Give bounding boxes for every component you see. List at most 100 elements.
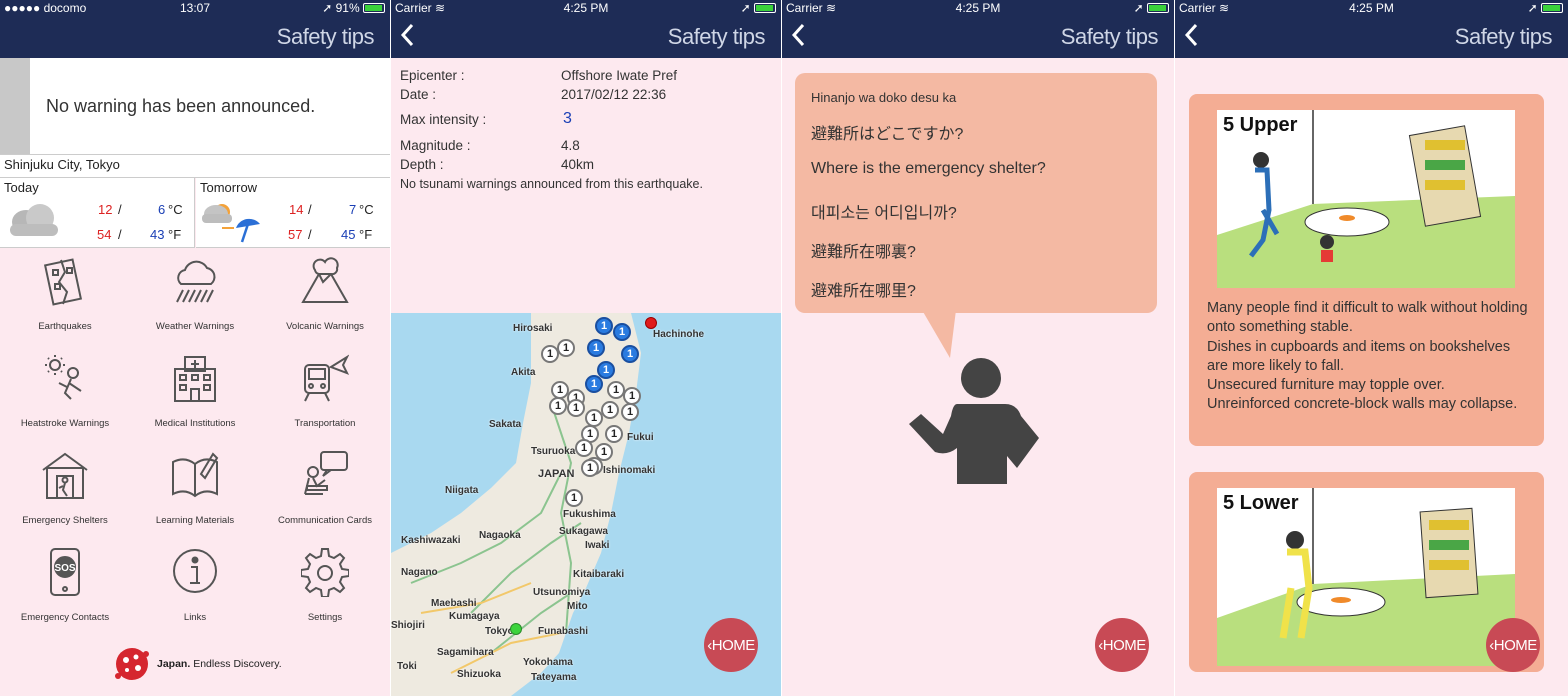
- warning-level-bar: [0, 58, 30, 154]
- warning-text: No warning has been announced.: [46, 96, 316, 116]
- intensity-guide-screen: Carrier ≋ 4:25 PM ➚ Safety tips 5 Upper …: [1175, 0, 1568, 696]
- intensity-pin[interactable]: 1: [565, 489, 583, 507]
- home-label: HOME: [711, 636, 756, 654]
- korean-line: 대피소는 어디입니까?: [811, 205, 957, 222]
- transport-icon: [304, 354, 349, 402]
- forecast-today[interactable]: Today 12 / 6 °C 54 / 43 °F: [0, 178, 195, 248]
- tomorrow-high-c: 14: [289, 202, 304, 217]
- intensity-pin[interactable]: 1: [567, 399, 585, 417]
- home-label: HOME: [1493, 636, 1538, 654]
- slash: /: [118, 227, 122, 242]
- intensity-pin[interactable]: 1: [549, 397, 567, 415]
- unit-c: °C: [168, 202, 183, 217]
- location-label[interactable]: Shinjuku City, Tokyo: [0, 154, 390, 178]
- menu-heatstroke-warnings[interactable]: Heatstroke Warnings: [0, 345, 130, 442]
- earthquake-detail-screen: Carrier ≋ 4:25 PM ➚ Safety tips Epicente…: [391, 0, 781, 696]
- intensity-pin[interactable]: 1: [581, 459, 599, 477]
- clock: 4:25 PM: [955, 1, 1001, 15]
- intensity-description: Many people find it difficult to walk wi…: [1207, 299, 1529, 415]
- japanese-line: 避難所はどこですか?: [811, 126, 964, 143]
- home-label: HOME: [1102, 636, 1147, 654]
- romaji-line: Hinanjo wa doko desu ka: [811, 90, 957, 105]
- intensity-pin[interactable]: 1: [601, 401, 619, 419]
- menu-communication-cards[interactable]: Communication Cards: [260, 442, 390, 539]
- menu-earthquakes[interactable]: Earthquakes: [0, 248, 130, 345]
- volcano-icon: [301, 257, 349, 303]
- intensity-pin[interactable]: 1: [605, 425, 623, 443]
- cloud-icon: [10, 204, 58, 236]
- map-label: Kitaibaraki: [573, 569, 625, 580]
- back-button[interactable]: [1183, 22, 1207, 52]
- intensity-pin[interactable]: 1: [621, 345, 639, 363]
- intensity-pin[interactable]: 1: [595, 317, 613, 335]
- map-label: Fukui: [627, 432, 654, 443]
- unit-f: °F: [359, 227, 373, 242]
- map-label: Hirosaki: [513, 323, 553, 334]
- menu-medical-institutions[interactable]: Medical Institutions: [130, 345, 260, 442]
- back-button[interactable]: [399, 22, 423, 52]
- epicenter-marker[interactable]: [645, 317, 657, 329]
- forecast-tomorrow[interactable]: Tomorrow 14 / 7 °C 57 / 45 °F: [196, 178, 390, 248]
- home-button[interactable]: ‹ HOME: [1486, 618, 1540, 672]
- status-bar: Carrier ≋ 4:25 PM ➚: [782, 0, 1174, 16]
- unit-c: °C: [359, 202, 374, 217]
- menu-links[interactable]: Links: [130, 539, 260, 636]
- speech-bubble: Hinanjo wa doko desu ka 避難所はどこですか? Where…: [795, 73, 1157, 313]
- intensity-pin[interactable]: 1: [621, 403, 639, 421]
- menu-label: Medical Institutions: [154, 418, 236, 429]
- intensity-card: 5 Upper Many people find it difficult to…: [1189, 94, 1544, 446]
- menu-label: Earthquakes: [38, 321, 92, 332]
- illustration: 5 Upper: [1217, 110, 1515, 288]
- map-label: Kumagaya: [449, 611, 500, 622]
- svg-text:SOS: SOS: [54, 563, 75, 574]
- gear-icon: [301, 548, 349, 597]
- epicenter-label: Epicenter :: [400, 68, 465, 83]
- current-location-marker[interactable]: [510, 623, 522, 635]
- map-label: Tsuruoka: [531, 446, 576, 457]
- map-label: Yokohama: [523, 657, 573, 668]
- map-label: Maebashi: [431, 598, 477, 609]
- app-title: Safety tips: [276, 24, 375, 49]
- app-title: Safety tips: [1060, 24, 1159, 49]
- date-value: 2017/02/12 22:36: [561, 87, 667, 102]
- intensity-pin[interactable]: 1: [557, 339, 575, 357]
- shaking-room-illustration: [1217, 488, 1515, 666]
- home-screen: ●●●●● docomo 13:07 ➚ 91% Safety tips No …: [0, 0, 390, 696]
- menu-label: Learning Materials: [155, 515, 235, 526]
- back-button[interactable]: [790, 22, 814, 52]
- home-button[interactable]: ‹ HOME: [1095, 618, 1149, 672]
- intensity-pin[interactable]: 1: [613, 323, 631, 341]
- map-label: Hachinohe: [653, 329, 705, 340]
- menu-volcanic-warnings[interactable]: Volcanic Warnings: [260, 248, 390, 345]
- nav-bar: ●●●●● docomo 13:07 ➚ 91% Safety tips: [0, 0, 390, 58]
- cherry-blossom-logo-icon: [115, 648, 149, 680]
- menu-label: Volcanic Warnings: [286, 321, 364, 332]
- map-label: Iwaki: [585, 540, 610, 551]
- nav-bar: Carrier ≋ 4:25 PM ➚ Safety tips: [1175, 0, 1568, 58]
- battery-icon: [754, 3, 776, 13]
- menu-transportation[interactable]: Transportation: [260, 345, 390, 442]
- epicenter-value: Offshore Iwate Pref: [561, 68, 678, 83]
- intensity-pin[interactable]: 1: [587, 339, 605, 357]
- battery-icon: [1541, 3, 1563, 13]
- menu-emergency-contacts[interactable]: SOS Emergency Contacts: [0, 539, 130, 636]
- clock: 4:25 PM: [1349, 1, 1394, 15]
- chinese-simplified-line: 避难所在哪里?: [811, 283, 916, 300]
- home-button[interactable]: ‹ HOME: [704, 618, 758, 672]
- intensity-pin[interactable]: 1: [585, 375, 603, 393]
- intensity-pin[interactable]: 1: [575, 439, 593, 457]
- menu-settings[interactable]: Settings: [260, 539, 390, 636]
- menu-weather-warnings[interactable]: Weather Warnings: [130, 248, 260, 345]
- today-low-c: 6: [158, 202, 166, 217]
- menu-learning-materials[interactable]: Learning Materials: [130, 442, 260, 539]
- battery-icon: [1147, 3, 1169, 13]
- map-label: Tateyama: [531, 672, 577, 683]
- map-label: Nagaoka: [479, 530, 521, 541]
- english-line: Where is the emergency shelter?: [811, 160, 1046, 177]
- map-label: Nagano: [401, 567, 438, 578]
- map-label: Niigata: [445, 485, 479, 496]
- info-icon: [173, 549, 217, 593]
- slash: /: [118, 202, 122, 217]
- menu-emergency-shelters[interactable]: Emergency Shelters: [0, 442, 130, 539]
- warning-banner[interactable]: No warning has been announced.: [0, 58, 390, 154]
